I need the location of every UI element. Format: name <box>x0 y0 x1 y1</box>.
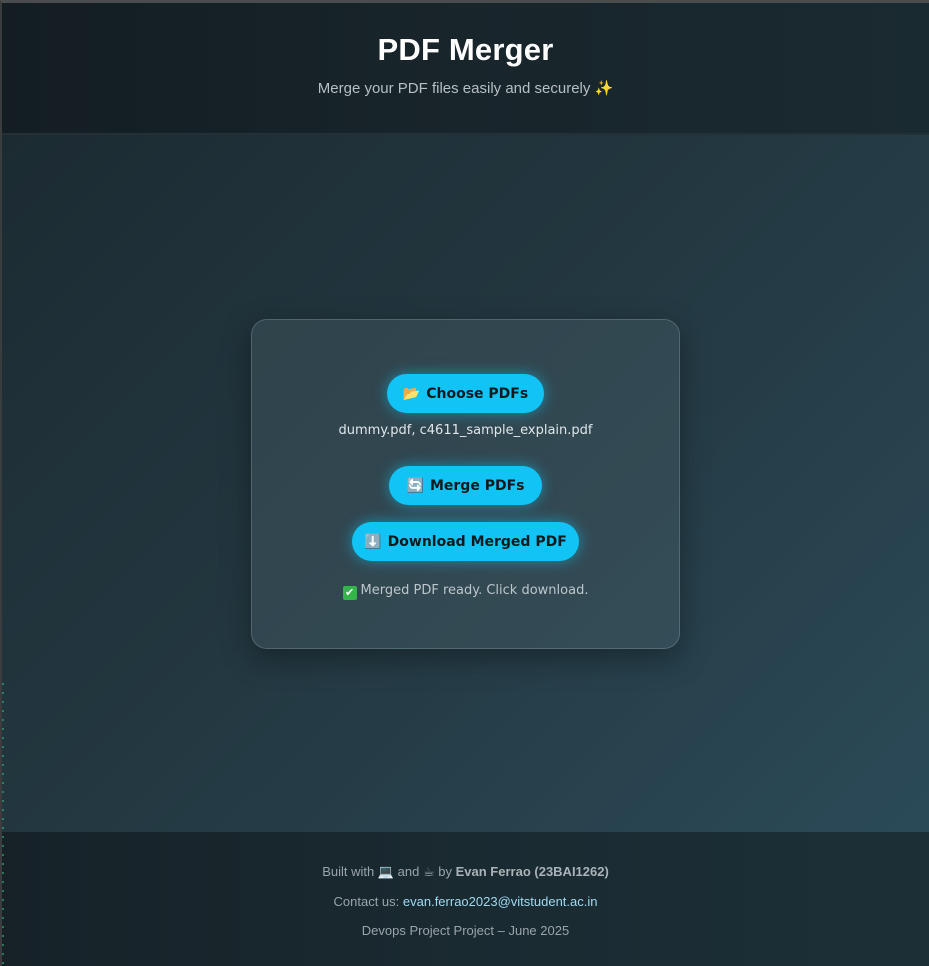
window-edge-decoration <box>2 683 4 966</box>
checkmark-icon: ✔ <box>342 586 357 600</box>
download-merged-pdf-label: Download Merged PDF <box>387 533 567 550</box>
page-title: PDF Merger <box>377 32 554 67</box>
refresh-icon: 🔄 <box>406 477 424 494</box>
page-header: PDF Merger Merge your PDF files easily a… <box>2 3 929 134</box>
laptop-icon: 💻 <box>377 864 395 879</box>
and-text: and <box>397 864 420 879</box>
contact-label: Contact us: <box>333 894 400 909</box>
status-text: Merged PDF ready. Click download. <box>360 583 589 598</box>
choose-pdfs-label: Choose PDFs <box>426 385 529 402</box>
footer-contact: Contact us: evan.ferrao2023@vitstudent.a… <box>2 894 929 909</box>
merge-pdfs-label: Merge PDFs <box>429 477 525 494</box>
app-window: PDF Merger Merge your PDF files easily a… <box>0 0 929 966</box>
selected-files-text: dummy.pdf, c4611_sample_explain.pdf <box>338 423 593 438</box>
built-with-text: Built with <box>322 864 375 879</box>
choose-pdfs-button[interactable]: 📂 Choose PDFs <box>387 374 544 413</box>
page-footer: Built with 💻 and ☕ by Evan Ferrao (23BAI… <box>2 832 929 966</box>
contact-email-link[interactable]: evan.ferrao2023@vitstudent.ac.in <box>403 894 598 909</box>
footer-credits: Built with 💻 and ☕ by Evan Ferrao (23BAI… <box>2 864 929 880</box>
download-arrow-icon: ⬇️ <box>364 533 382 550</box>
status-message: ✔ Merged PDF ready. Click download. <box>252 583 679 600</box>
page-subtitle: Merge your PDF files easily and securely… <box>317 80 614 97</box>
coffee-icon: ☕ <box>422 864 435 879</box>
by-text: by <box>438 864 452 879</box>
footer-project-line: Devops Project Project – June 2025 <box>361 923 570 938</box>
main-area: 📂 Choose PDFs dummy.pdf, c4611_sample_ex… <box>2 135 929 832</box>
merge-pdfs-button[interactable]: 🔄 Merge PDFs <box>389 466 542 505</box>
folder-icon: 📂 <box>402 385 421 402</box>
author-name: Evan Ferrao (23BAI1262) <box>455 864 609 879</box>
download-merged-pdf-button[interactable]: ⬇️ Download Merged PDF <box>352 522 579 561</box>
merger-card: 📂 Choose PDFs dummy.pdf, c4611_sample_ex… <box>251 319 680 649</box>
